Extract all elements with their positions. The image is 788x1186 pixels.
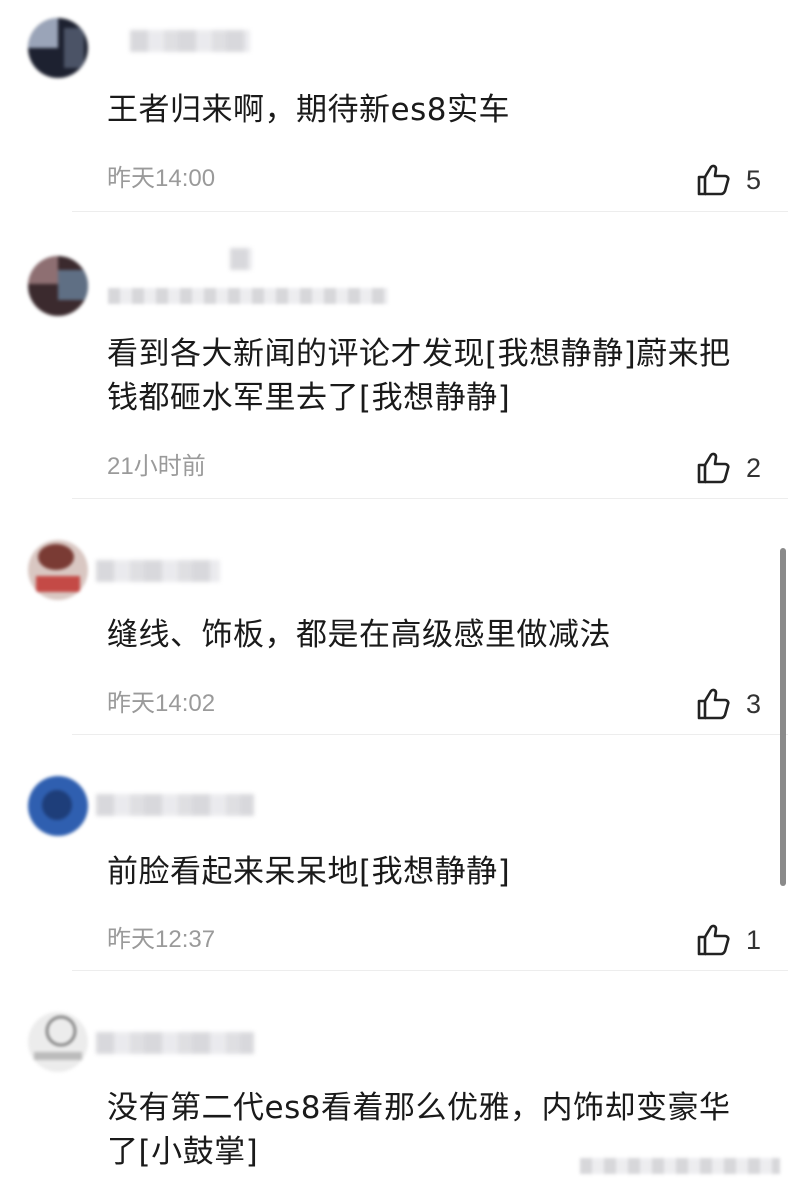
username[interactable]: [96, 1032, 254, 1054]
like-count: 3: [746, 688, 762, 719]
like-button[interactable]: 2: [696, 448, 776, 488]
like-button[interactable]: 3: [696, 684, 776, 724]
divider: [72, 211, 788, 212]
thumbs-up-icon: [697, 164, 730, 196]
avatar[interactable]: [28, 540, 88, 600]
avatar[interactable]: [28, 776, 88, 836]
thumbs-up-icon: [697, 688, 730, 720]
username[interactable]: [130, 30, 250, 52]
like-count: 1: [746, 924, 762, 955]
comment-text: 缝线、饰板，都是在高级感里做减法: [107, 617, 611, 653]
username[interactable]: [96, 560, 220, 582]
like-count: 5: [746, 164, 762, 195]
username[interactable]: [230, 248, 252, 270]
comment-time: 昨天14:00: [107, 165, 216, 192]
divider: [72, 498, 788, 499]
user-badge: [108, 288, 388, 304]
like-button[interactable]: 5: [696, 160, 776, 200]
comment-text: 前脸看起来呆呆地[我想静静]: [107, 854, 511, 890]
avatar[interactable]: [28, 18, 88, 78]
thumbs-up-icon: [697, 924, 730, 956]
comment-time: 昨天14:02: [107, 690, 216, 717]
comment-text: 王者归来啊，期待新es8实车: [107, 92, 510, 128]
thumbs-up-icon: [697, 452, 730, 484]
like-button[interactable]: 1: [696, 920, 776, 960]
divider: [72, 970, 788, 971]
comment-time: 昨天12:37: [107, 926, 216, 953]
blurred-overlay: [580, 1158, 780, 1174]
like-count: 2: [746, 452, 762, 483]
avatar[interactable]: [28, 1012, 88, 1072]
avatar[interactable]: [28, 256, 88, 316]
divider: [72, 734, 788, 735]
scrollbar[interactable]: [780, 548, 786, 886]
comment-text: 看到各大新闻的评论才发现[我想静静]蔚来把钱都砸水军里去了[我想静静]: [107, 336, 731, 416]
username[interactable]: [96, 794, 254, 816]
comment-time: 21小时前: [107, 453, 206, 480]
